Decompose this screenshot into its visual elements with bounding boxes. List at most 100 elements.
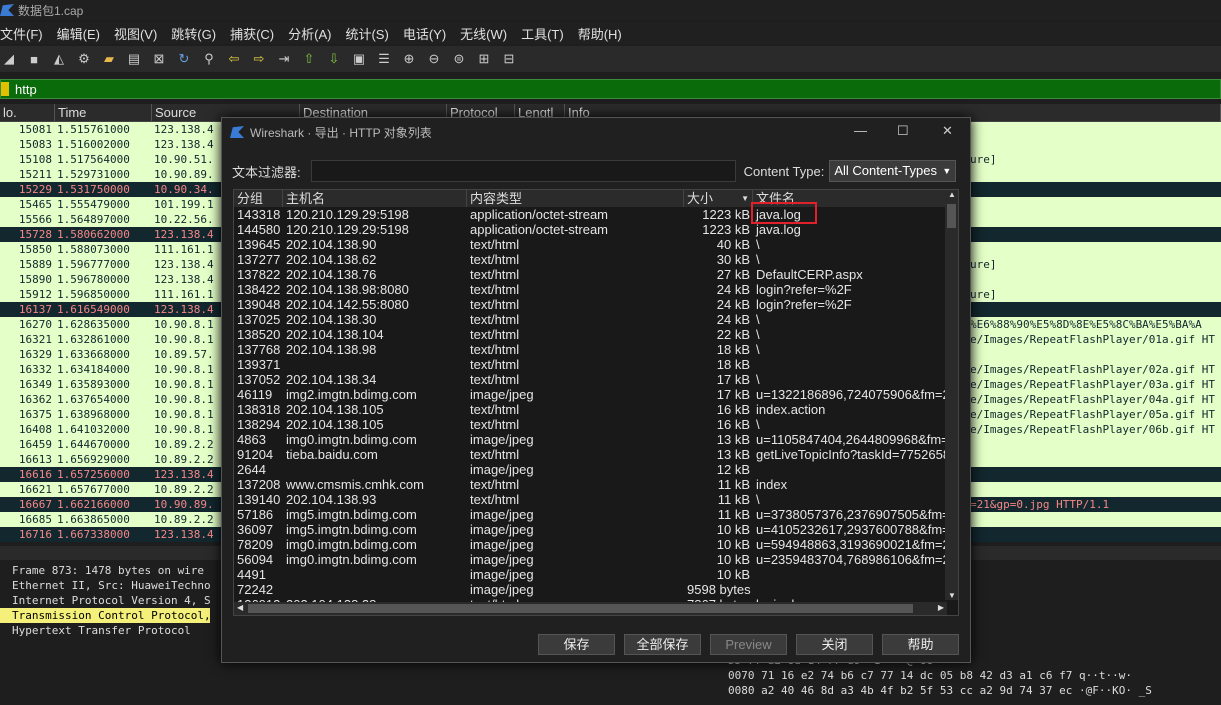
horizontal-scrollbar[interactable]: ◀ ▶ xyxy=(234,602,947,615)
packet-no: 16408 xyxy=(18,423,52,436)
object-hostname: img5.imgtn.bdimg.com xyxy=(286,507,417,522)
packet-time: 1.656929000 xyxy=(57,453,130,466)
col-packet[interactable]: 分组 xyxy=(234,190,283,207)
menu-analyze[interactable]: 分析(A) xyxy=(288,24,340,43)
menu-edit[interactable]: 编辑(E) xyxy=(57,24,109,43)
resize-columns-icon[interactable]: ⊞ xyxy=(475,50,493,68)
object-row[interactable]: 36097 img5.imgtn.bdimg.com image/jpeg 10 kB… xyxy=(234,522,958,537)
col-content-type[interactable]: 内容类型 xyxy=(467,190,684,207)
close-button[interactable]: 关闭 xyxy=(796,634,873,655)
menu-view[interactable]: 视图(V) xyxy=(114,24,166,43)
display-filter-bar[interactable]: http xyxy=(0,79,1221,99)
object-row[interactable]: 137768 202.104.138.98 text/html 18 kB \ xyxy=(234,342,958,357)
menu-telephony[interactable]: 电话(Y) xyxy=(403,24,455,43)
zoom-in-icon[interactable]: ⊕ xyxy=(400,50,418,68)
text-filter-input[interactable] xyxy=(310,160,736,182)
scroll-right-icon[interactable]: ▶ xyxy=(938,603,944,612)
object-row[interactable]: 4863 img0.imgtn.bdimg.com image/jpeg 13 kB u… xyxy=(234,432,958,447)
object-row[interactable]: 2644 image/jpeg 12 kB xyxy=(234,462,958,477)
object-row[interactable]: 57186 img5.imgtn.bdimg.com image/jpeg 11 kB… xyxy=(234,507,958,522)
zoom-out-icon[interactable]: ⊖ xyxy=(425,50,443,68)
open-file-icon[interactable]: ▰ xyxy=(100,50,118,68)
autoscroll-icon[interactable]: ▣ xyxy=(350,50,368,68)
object-row[interactable]: 56094 img0.imgtn.bdimg.com image/jpeg 10 kB… xyxy=(234,552,958,567)
reload-file-icon[interactable]: ↻ xyxy=(175,50,193,68)
object-row[interactable]: 138294 202.104.138.105 text/html 16 kB \ xyxy=(234,417,958,432)
go-forward-icon[interactable]: ⇨ xyxy=(250,50,268,68)
object-row[interactable]: 78209 img0.imgtn.bdimg.com image/jpeg 10 kB… xyxy=(234,537,958,552)
object-row[interactable]: 137052 202.104.138.34 text/html 17 kB \ xyxy=(234,372,958,387)
object-row[interactable]: 4491 image/jpeg 10 kB xyxy=(234,567,958,582)
object-row[interactable]: 137822 202.104.138.76 text/html 27 kB Defaul… xyxy=(234,267,958,282)
packet-time: 1.634184000 xyxy=(57,363,130,376)
menu-tools[interactable]: 工具(T) xyxy=(521,24,573,43)
vertical-scrollbar[interactable]: ▲ ▼ xyxy=(945,190,958,600)
display-filter-input[interactable]: http xyxy=(15,82,37,97)
object-row[interactable]: 46119 img2.imgtn.bdimg.com image/jpeg 17 kB… xyxy=(234,387,958,402)
detail-tcp[interactable]: Transmission Control Protocol, xyxy=(0,608,211,623)
menu-help[interactable]: 帮助(H) xyxy=(578,24,631,43)
object-row[interactable]: 137208 www.cmsmis.cmhk.com text/html 11 kB i… xyxy=(234,477,958,492)
object-row[interactable]: 139645 202.104.138.90 text/html 40 kB \ xyxy=(234,237,958,252)
col-time[interactable]: Time xyxy=(55,104,152,121)
menu-capture[interactable]: 捕获(C) xyxy=(230,24,283,43)
object-row[interactable]: 139048 202.104.142.55:8080 text/html 24 kB l… xyxy=(234,297,958,312)
object-row[interactable]: 139371 text/html 18 kB xyxy=(234,357,958,372)
colorize-icon[interactable]: ☰ xyxy=(375,50,393,68)
scroll-thumb[interactable] xyxy=(947,204,956,228)
object-row[interactable]: 139140 202.104.138.93 text/html 11 kB \ xyxy=(234,492,958,507)
object-row[interactable]: 143318 120.210.129.29:5198 application/oct… xyxy=(234,207,958,222)
first-packet-icon[interactable]: ⇧ xyxy=(300,50,318,68)
object-packet: 2644 xyxy=(237,462,266,477)
save-all-button[interactable]: 全部保存 xyxy=(624,634,701,655)
object-row[interactable]: 138318 202.104.138.105 text/html 16 kB index… xyxy=(234,402,958,417)
object-size: 18 kB xyxy=(716,357,750,372)
object-row[interactable]: 138520 202.104.138.104 text/html 22 kB \ xyxy=(234,327,958,342)
maximize-icon[interactable]: ☐ xyxy=(897,123,909,139)
scroll-up-icon[interactable]: ▲ xyxy=(948,190,956,199)
objects-table[interactable]: 分组 主机名 内容类型 大小 ▼ 文件名 143318 120.210.129.29… xyxy=(233,189,959,616)
help-button[interactable]: 帮助 xyxy=(882,634,959,655)
object-row[interactable]: 137025 202.104.138.30 text/html 24 kB \ xyxy=(234,312,958,327)
bookmark-icon[interactable] xyxy=(1,82,9,96)
object-row[interactable]: 138422 202.104.138.98:8080 text/html 24 kB l… xyxy=(234,282,958,297)
object-row[interactable]: 137277 202.104.138.62 text/html 30 kB \ xyxy=(234,252,958,267)
stop-capture-icon[interactable]: ■ xyxy=(25,50,43,68)
object-row[interactable]: 72242 image/jpeg 9598 bytes xyxy=(234,582,958,597)
capture-options-icon[interactable]: ⚙ xyxy=(75,50,93,68)
zoom-normal-icon[interactable]: ⊜ xyxy=(450,50,468,68)
object-content-type: image/jpeg xyxy=(470,522,534,537)
col-no[interactable]: lo. xyxy=(0,104,55,121)
menu-file[interactable]: 文件(F) xyxy=(0,24,52,43)
preview-button[interactable]: Preview xyxy=(710,634,787,655)
save-button[interactable]: 保存 xyxy=(538,634,615,655)
scroll-down-icon[interactable]: ▼ xyxy=(948,591,956,600)
find-packet-icon[interactable]: ⚲ xyxy=(200,50,218,68)
object-size: 10 kB xyxy=(716,552,750,567)
close-icon[interactable]: ✕ xyxy=(942,123,953,139)
shark-fin-icon[interactable]: ◢ xyxy=(0,50,18,68)
go-to-packet-icon[interactable]: ⇥ xyxy=(275,50,293,68)
restart-capture-icon[interactable]: ◭ xyxy=(50,50,68,68)
minimize-icon[interactable]: — xyxy=(854,123,867,138)
menu-wireless[interactable]: 无线(W) xyxy=(460,24,516,43)
scroll-thumb[interactable] xyxy=(248,604,913,613)
scroll-left-icon[interactable]: ◀ xyxy=(237,603,243,612)
go-back-icon[interactable]: ⇦ xyxy=(225,50,243,68)
col-size[interactable]: 大小 ▼ xyxy=(684,190,753,207)
col-hostname[interactable]: 主机名 xyxy=(283,190,467,207)
packet-no: 15211 xyxy=(18,168,52,181)
object-content-type: text/html xyxy=(470,252,520,267)
last-packet-icon[interactable]: ⇩ xyxy=(325,50,343,68)
menu-go[interactable]: 跳转(G) xyxy=(171,24,225,43)
packet-source: 111.161.1 xyxy=(154,243,214,256)
object-row[interactable]: 91204 tieba.baidu.com text/html 13 kB getLiv… xyxy=(234,447,958,462)
save-file-icon[interactable]: ▤ xyxy=(125,50,143,68)
layout-icon[interactable]: ⊟ xyxy=(500,50,518,68)
object-size: 24 kB xyxy=(716,312,750,327)
content-type-select[interactable]: All Content-Types ▼ xyxy=(829,160,957,182)
object-content-type: text/html xyxy=(470,312,520,327)
menu-statistics[interactable]: 统计(S) xyxy=(345,24,397,43)
object-row[interactable]: 144580 120.210.129.29:5198 application/oct… xyxy=(234,222,958,237)
close-file-icon[interactable]: ⊠ xyxy=(150,50,168,68)
